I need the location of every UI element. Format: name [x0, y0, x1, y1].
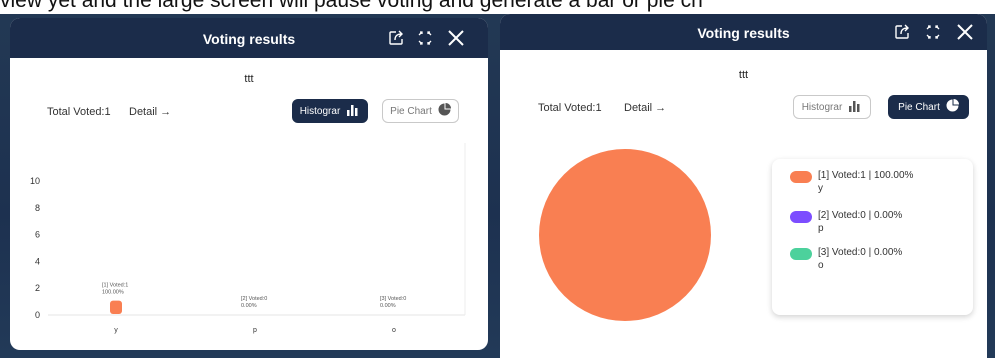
- legend-swatch: [790, 171, 812, 183]
- pie-slice: [539, 149, 711, 321]
- question-title: ttt: [738, 69, 749, 81]
- caption-strip: view yet and the large screen will pause…: [0, 0, 995, 14]
- y-tick-label: 6: [35, 230, 40, 240]
- legend-option: p: [818, 223, 824, 234]
- data-label: 0.00%: [241, 303, 257, 309]
- histogram-button[interactable]: Histograr: [793, 95, 871, 119]
- y-tick-label: 4: [35, 256, 40, 266]
- close-icon[interactable]: [956, 23, 974, 41]
- legend-value: [3] Voted:0 | 0.00%: [818, 247, 903, 258]
- caption-text: view yet and the large screen will pause…: [0, 0, 703, 12]
- bar-chart-icon: [848, 100, 862, 115]
- pie-chart-label: Pie Chart: [898, 101, 940, 113]
- x-tick-label: y: [114, 327, 118, 334]
- legend-option: y: [818, 183, 823, 194]
- histogram-label: Histograr: [801, 101, 843, 113]
- legend-value: [1] Voted:1 | 100.00%: [818, 170, 914, 181]
- x-tick-label: o: [392, 327, 396, 334]
- voting-results-panel-pie: Voting results ttt Total Voted:1 Detail …: [500, 14, 987, 358]
- histogram-label: Histograr: [299, 105, 341, 117]
- bar: [110, 300, 122, 314]
- legend-swatch: [790, 248, 812, 260]
- fullscreen-icon[interactable]: [416, 29, 434, 47]
- bar-chart-icon: [346, 104, 360, 119]
- pie-chart-button[interactable]: Pie Chart: [888, 95, 969, 119]
- total-voted: Total Voted:1: [538, 102, 602, 114]
- data-label: [2] Voted:0: [241, 296, 267, 302]
- detail-link[interactable]: Detail →: [129, 106, 171, 118]
- y-tick-label: 10: [30, 176, 40, 186]
- question-title: ttt: [244, 73, 254, 85]
- y-tick-label: 2: [35, 283, 40, 293]
- detail-link[interactable]: Detail →: [624, 102, 666, 114]
- total-voted: Total Voted:1: [47, 106, 111, 118]
- data-label: [3] Voted:0: [380, 296, 406, 302]
- panel-header: Voting results: [10, 18, 488, 58]
- share-icon[interactable]: [893, 23, 911, 41]
- legend-option: o: [818, 260, 824, 271]
- x-tick-label: p: [253, 327, 257, 334]
- pie-chart-icon: [946, 99, 959, 115]
- pie-legend: [1] Voted:1 | 100.00% y [2] Voted:0 | 0.…: [772, 159, 973, 315]
- pie-chart-button[interactable]: Pie Chart: [382, 99, 459, 123]
- legend-swatch: [790, 211, 812, 223]
- data-label: 0.00%: [380, 303, 396, 309]
- fullscreen-icon[interactable]: [924, 23, 942, 41]
- pie-chart-label: Pie Chart: [390, 105, 432, 117]
- data-label: [1] Voted:1: [102, 283, 128, 289]
- share-icon[interactable]: [387, 29, 405, 47]
- pie-chart-icon: [438, 103, 451, 119]
- bar-chart: 0246810[1] Voted:1100.00%y[2] Voted:00.0…: [30, 143, 466, 334]
- pie-chart: [539, 149, 711, 321]
- panel-header: Voting results: [500, 14, 987, 50]
- panel-title: Voting results: [697, 25, 790, 41]
- histogram-button[interactable]: Histograr: [292, 99, 368, 123]
- y-tick-label: 0: [35, 310, 40, 320]
- voting-results-panel-histogram: Voting results ttt Total Voted:1 Detail …: [10, 18, 488, 350]
- data-label: 100.00%: [102, 290, 124, 296]
- legend-value: [2] Voted:0 | 0.00%: [818, 210, 903, 221]
- close-icon[interactable]: [447, 29, 465, 47]
- y-tick-label: 8: [35, 203, 40, 213]
